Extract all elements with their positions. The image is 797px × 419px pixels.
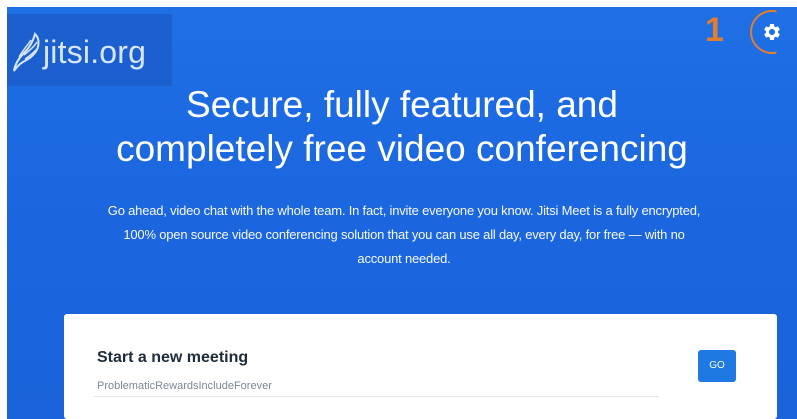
start-meeting-title: Start a new meeting (97, 349, 249, 366)
hero-section: jitsi.org 1 Secure, fully featured, and … (7, 7, 797, 419)
settings-button[interactable] (750, 10, 794, 54)
jitsi-feather-icon (13, 32, 40, 72)
go-button[interactable]: GO (698, 350, 736, 382)
page: jitsi.org 1 Secure, fully featured, and … (0, 0, 797, 419)
gear-icon (764, 23, 780, 40)
jitsi-logo[interactable]: jitsi.org (7, 14, 172, 86)
hero-headline: Secure, fully featured, and completely f… (116, 84, 688, 169)
room-name-input[interactable] (94, 375, 659, 397)
start-meeting-card: Start a new meeting GO (64, 314, 777, 419)
logo-text: jitsi.org (43, 34, 147, 70)
hero-description: Go ahead, video chat with the whole team… (107, 203, 701, 266)
annotation-number: 1 (705, 11, 724, 49)
